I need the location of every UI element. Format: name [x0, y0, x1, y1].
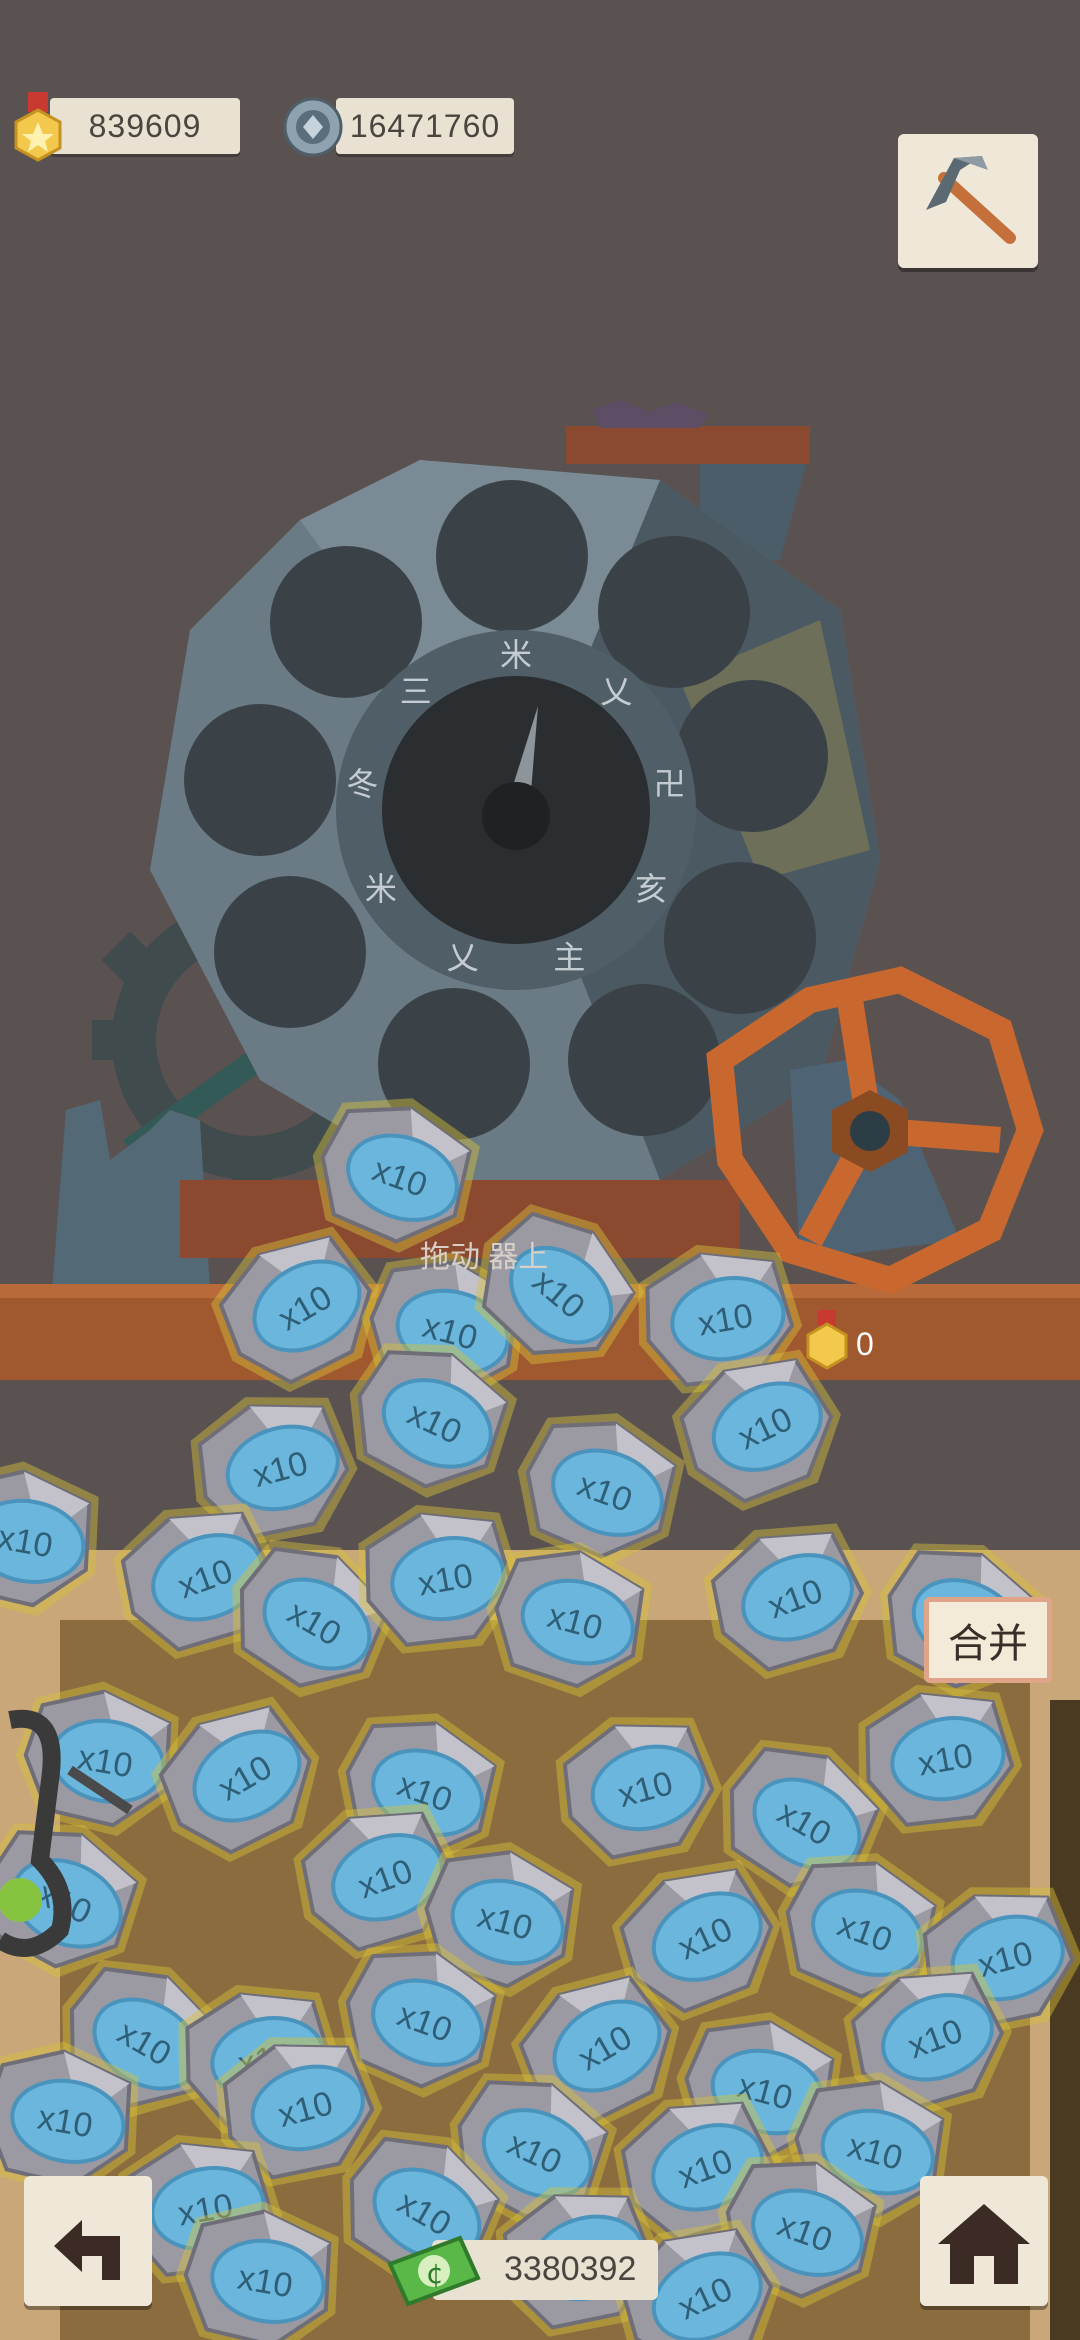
house-icon	[938, 2204, 1030, 2284]
ore-machine-scene: 米乂卍亥主乂米冬三 x10x10 x10x10 x10x10x10 x10x10x10…	[0, 400, 1080, 2340]
side-tool-icon[interactable]	[0, 1700, 140, 1960]
hopper-lid	[566, 426, 810, 464]
cash-amount: 3380392	[504, 2250, 637, 2288]
drag-hint: 拖动 器上	[420, 1241, 549, 1274]
machine-body	[150, 460, 880, 1180]
dial-glyph: 主	[553, 939, 585, 977]
dial-glyph: 冬	[346, 765, 378, 803]
dial-glyph: 乂	[447, 939, 479, 977]
dial-glyph: 卍	[654, 765, 686, 803]
dial-glyph: 米	[500, 636, 532, 674]
home-button[interactable]	[920, 2176, 1048, 2306]
back-button[interactable]	[24, 2176, 152, 2306]
svg-text:¢: ¢	[426, 2257, 444, 2290]
merge-button[interactable]: 合并	[924, 1597, 1052, 1683]
dial-glyph: 乂	[600, 672, 632, 710]
reward-count: 0	[856, 1326, 874, 1362]
back-arrow-icon	[54, 2220, 120, 2280]
dial-glyph: 米	[365, 870, 397, 908]
cash-icon: ¢	[387, 2235, 481, 2307]
reward-medal-icon	[806, 1310, 848, 1370]
dial-glyph: 三	[400, 672, 432, 710]
dial-glyph: 亥	[635, 870, 667, 908]
